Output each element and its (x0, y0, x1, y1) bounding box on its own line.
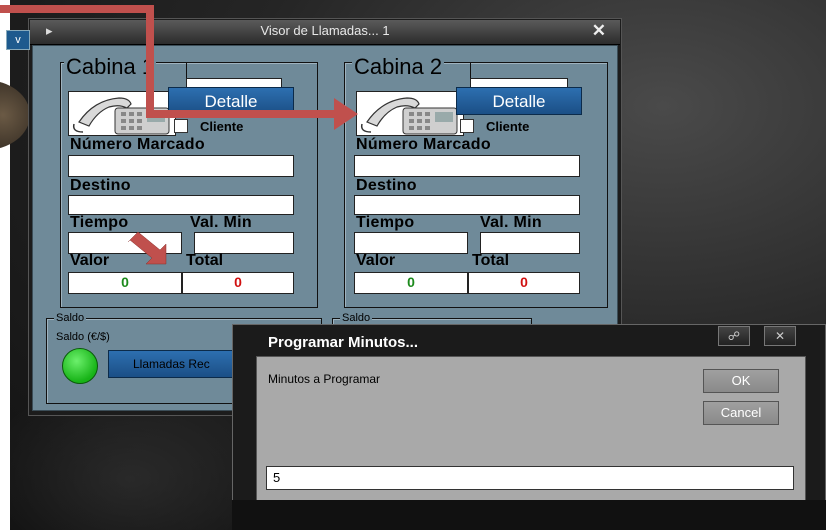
cabina-2-total-value: 0 (468, 272, 580, 294)
window-titlebar[interactable]: ▸ Visor de Llamadas... 1 ✕ (30, 20, 620, 45)
cabina-2-valor-label: Valor (356, 252, 396, 269)
screenshot-stage: ▸ Visor de Llamadas... 1 ✕ v Cabina 1 De… (0, 0, 826, 530)
cabina-1-destino-label: Destino (70, 177, 131, 194)
cabina-1-numero-label: Número Marcado (70, 136, 205, 153)
cabina-2-destino-field[interactable] (354, 195, 580, 215)
cabina-2-phone-image (356, 91, 464, 136)
cabina-1-valor-value: 0 (68, 272, 182, 294)
cabina-1-cliente-label: Cliente (200, 119, 244, 134)
cabina-2-tiempo-label: Tiempo (356, 214, 415, 231)
cabina-1-cliente-checkbox[interactable] (174, 119, 188, 133)
dialog-prompt: Minutos a Programar (268, 372, 381, 386)
cancel-button[interactable]: Cancel (703, 401, 779, 425)
cabina-1-tiempo-label: Tiempo (70, 214, 129, 231)
cabina-2-destino-label: Destino (356, 177, 417, 194)
cabina-2-total-label: Total (472, 252, 510, 269)
cabina-2-valor-value: 0 (354, 272, 468, 294)
saldo-legend-2: Saldo (340, 312, 373, 324)
ok-button[interactable]: OK (703, 369, 779, 393)
cabina-1-title: Cabina 1 (64, 54, 157, 80)
collapse-button[interactable]: v (6, 30, 30, 50)
cabina-1-detalle-button[interactable]: Detalle (168, 87, 294, 115)
cabina-2-cliente-checkbox[interactable] (460, 119, 474, 133)
dialog-title: Programar Minutos... (268, 334, 419, 351)
cabina-2-numero-field[interactable] (354, 155, 580, 177)
cabina-2-title: Cabina 2 (352, 54, 445, 80)
cabina-1-phone-image (68, 91, 176, 136)
cabina-1-valmin-field[interactable] (194, 232, 294, 254)
status-led-icon (62, 348, 98, 384)
window-close-icon[interactable]: ✕ (592, 21, 606, 41)
cabina-2-valmin-field[interactable] (480, 232, 580, 254)
dialog-bottom-strip (232, 500, 826, 530)
window-title: Visor de Llamadas... 1 (260, 23, 390, 38)
minutes-input[interactable]: 5 (266, 466, 794, 490)
pin-icon[interactable]: ☍ (718, 326, 750, 346)
dialog-close-icon[interactable]: ✕ (764, 326, 796, 346)
cabina-2-numero-label: Número Marcado (356, 136, 491, 153)
saldo-label: Saldo (€/$) (56, 331, 110, 343)
cabina-1-total-value: 0 (182, 272, 294, 294)
cabina-1-tiempo-field[interactable] (68, 232, 182, 254)
saldo-legend: Saldo (54, 312, 87, 324)
cabina-1-numero-field[interactable] (68, 155, 294, 177)
cabina-1-valor-label: Valor (70, 252, 110, 269)
cabina-2-valmin-label: Val. Min (480, 214, 542, 231)
cabina-1-total-label: Total (186, 252, 224, 269)
llamadas-button[interactable]: Llamadas Rec (108, 350, 238, 378)
cabina-2-detalle-button[interactable]: Detalle (456, 87, 582, 115)
cabina-1-valmin-label: Val. Min (190, 214, 252, 231)
cabina-1-destino-field[interactable] (68, 195, 294, 215)
cabina-2-cliente-label: Cliente (486, 119, 530, 134)
cabina-2-tiempo-field[interactable] (354, 232, 468, 254)
